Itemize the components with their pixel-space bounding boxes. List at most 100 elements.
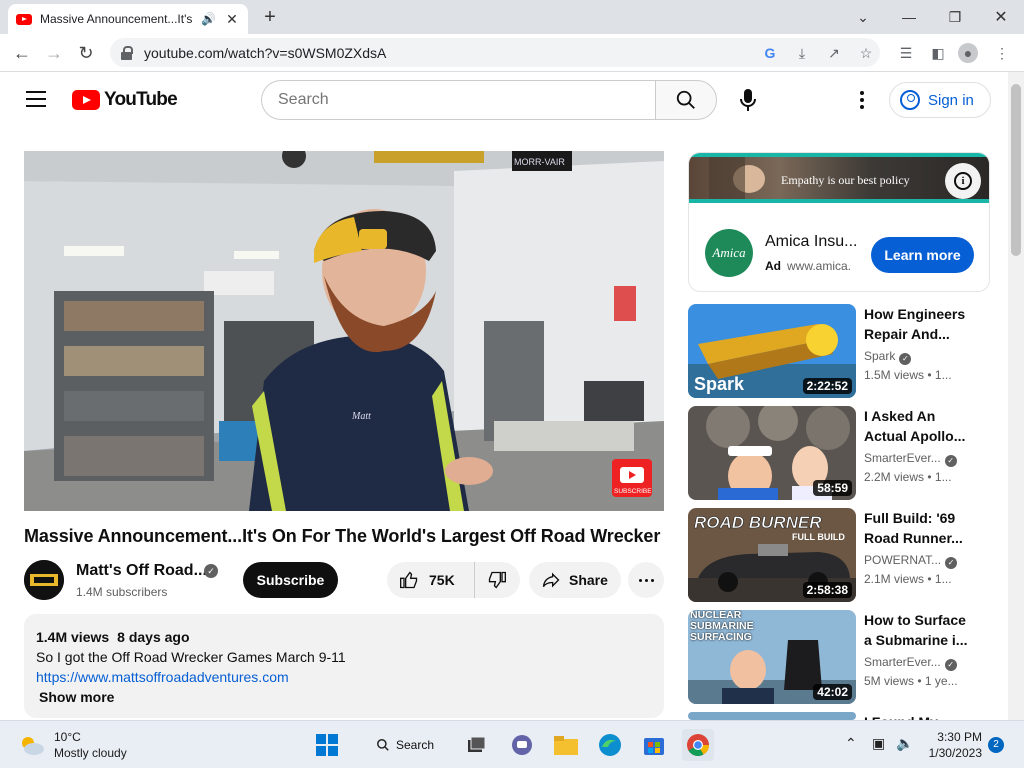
ad-card[interactable]: Empathy is our best policy i Amica Amica… — [688, 152, 990, 292]
video-thumbnail[interactable]: NUCLEAR SUBMARINE SURFACING 42:02 — [688, 610, 856, 704]
ad-banner-image[interactable]: Empathy is our best policy i — [689, 153, 989, 203]
youtube-play-icon — [72, 90, 100, 110]
learn-more-button[interactable]: Learn more — [871, 237, 974, 273]
channel-name[interactable]: Spark — [864, 349, 895, 363]
side-panel-icon[interactable]: ◧ — [928, 43, 948, 63]
advertiser-name[interactable]: Amica Insu... — [765, 233, 865, 251]
channel-name[interactable]: SmarterEver... — [864, 655, 941, 669]
profile-avatar-icon[interactable]: ● — [958, 43, 978, 63]
file-explorer-icon[interactable] — [550, 729, 582, 761]
show-more-button[interactable]: Show more — [39, 687, 652, 707]
microsoft-store-icon[interactable] — [638, 729, 670, 761]
task-view-icon[interactable] — [460, 729, 492, 761]
browser-tab[interactable]: Massive Announcement...It's On For The W… — [8, 4, 248, 34]
notification-badge[interactable]: 2 — [988, 737, 1004, 753]
like-button[interactable]: 75K — [387, 562, 475, 598]
window-close-button[interactable]: ✕ — [978, 4, 1024, 30]
taskbar-search[interactable]: Search — [366, 732, 444, 758]
page-scrollbar[interactable] — [1008, 72, 1024, 720]
video-age: 1 ye... — [924, 674, 958, 688]
new-tab-button[interactable]: + — [258, 6, 282, 29]
start-button[interactable] — [311, 729, 343, 761]
description-link[interactable]: https://www.mattsoffroadadventures.com — [36, 669, 289, 685]
youtube-wordmark: YouTube — [104, 89, 178, 110]
recommended-video[interactable]: Spark 2:22:52 How Engineers Repair And..… — [688, 304, 1008, 398]
video-title[interactable]: I Found My Off... — [864, 712, 972, 720]
subscribe-button[interactable]: Subscribe — [243, 562, 338, 598]
search-icon — [377, 739, 389, 751]
video-duration: 2:58:38 — [802, 582, 852, 598]
volume-icon[interactable]: 🔈 — [896, 735, 913, 752]
verified-check-icon: ✓ — [899, 353, 912, 365]
weather-condition: Mostly cloudy — [54, 746, 127, 760]
restore-button[interactable]: ❐ — [932, 4, 978, 30]
youtube-header: YouTube Sign in — [0, 72, 1008, 128]
recommended-video[interactable]: NUCLEAR SUBMARINE SURFACING 42:02 How to… — [688, 610, 1008, 704]
ad-tagline: Empathy is our best policy — [781, 173, 910, 187]
sign-in-button[interactable]: Sign in — [889, 82, 991, 118]
browser-menu-icon[interactable]: ⋮ — [992, 43, 1012, 63]
search-button[interactable] — [655, 80, 717, 120]
video-thumbnail[interactable]: 58:59 — [688, 406, 856, 500]
video-age: 1... — [934, 470, 952, 484]
minimize-button[interactable]: — — [886, 4, 932, 30]
lock-icon[interactable] — [120, 45, 134, 60]
teams-chat-icon[interactable] — [506, 729, 538, 761]
reload-button[interactable]: ↻ — [72, 39, 100, 67]
verified-check-icon: ✓ — [944, 659, 957, 671]
share-page-icon[interactable]: ↗ — [824, 43, 844, 63]
google-lens-icon[interactable]: G — [760, 43, 780, 63]
video-title[interactable]: How to Surface a Submarine i... — [864, 610, 972, 650]
youtube-logo[interactable]: YouTube — [72, 89, 178, 111]
share-button[interactable]: Share — [529, 562, 621, 598]
speaker-icon[interactable]: 🔊 — [201, 12, 216, 26]
video-title[interactable]: How Engineers Repair And... — [864, 304, 972, 344]
scrollbar-thumb[interactable] — [1011, 84, 1021, 256]
dislike-button[interactable] — [475, 562, 519, 598]
video-age: 1... — [934, 572, 952, 586]
media-control-icon[interactable]: ☰ — [896, 43, 916, 63]
video-stats: 2.2M views • 1... — [864, 470, 952, 484]
recommended-video[interactable]: 58:59 I Asked An Actual Apollo... Smarte… — [688, 406, 1008, 500]
view-count: 1.4M views — [36, 629, 110, 645]
settings-kebab-icon[interactable] — [850, 86, 874, 114]
verified-check-icon: ✓ — [944, 455, 957, 467]
edge-browser-icon[interactable] — [594, 729, 626, 761]
channel-avatar[interactable] — [24, 560, 64, 600]
bookmark-star-icon[interactable]: ☆ — [856, 43, 876, 63]
menu-hamburger-icon[interactable] — [26, 91, 46, 107]
recommended-video[interactable]: I Found My Off... — [688, 712, 1008, 720]
shop-sign-text: MORR-VAIR — [514, 157, 565, 167]
video-stats: 5M views • 1 ye... — [864, 674, 958, 688]
voice-search-button[interactable] — [730, 82, 766, 118]
more-actions-icon[interactable] — [628, 562, 664, 598]
network-icon[interactable]: ▣ — [872, 735, 885, 752]
tab-close-icon[interactable]: ✕ — [224, 11, 240, 28]
system-clock[interactable]: 3:30 PM 1/30/2023 — [924, 729, 982, 761]
advertiser-logo[interactable]: Amica — [705, 229, 753, 277]
weather-widget[interactable]: 10°C Mostly cloudy — [18, 729, 127, 761]
forward-button[interactable]: → — [40, 39, 68, 67]
video-title[interactable]: I Asked An Actual Apollo... — [864, 406, 972, 446]
video-title[interactable]: Full Build: '69 Road Runner... — [864, 508, 972, 548]
channel-name[interactable]: SmarterEver... — [864, 451, 941, 465]
chrome-browser-icon[interactable] — [682, 729, 714, 761]
show-hidden-icons-chevron-up-icon[interactable]: ⌃ — [845, 735, 857, 752]
description-box[interactable]: 1.4M views 8 days ago So I got the Off Ro… — [24, 614, 664, 718]
sign-in-label: Sign in — [928, 91, 974, 109]
install-app-icon[interactable]: ⤓ — [792, 43, 812, 63]
channel-logo-icon — [24, 560, 64, 600]
thumbs-up-icon — [400, 571, 418, 589]
channel-name[interactable]: Matt's Off Road... — [76, 562, 207, 580]
video-thumbnail[interactable]: Spark 2:22:52 — [688, 304, 856, 398]
video-thumbnail[interactable]: ROAD BURNER FULL BUILD 2:58:38 — [688, 508, 856, 602]
video-player[interactable]: MORR-VAIR Matt SUBSCRIBE — [24, 151, 664, 511]
video-thumbnail[interactable] — [688, 712, 856, 720]
channel-name[interactable]: POWERNAT... — [864, 553, 941, 567]
tab-search-chevron-down-icon[interactable]: ⌄ — [840, 4, 886, 30]
back-button[interactable]: ← — [8, 39, 36, 67]
search-box[interactable] — [261, 80, 655, 120]
ad-info-button[interactable]: i — [945, 163, 981, 199]
recommended-video[interactable]: ROAD BURNER FULL BUILD 2:58:38 Full Buil… — [688, 508, 1008, 602]
search-input[interactable] — [278, 91, 655, 109]
